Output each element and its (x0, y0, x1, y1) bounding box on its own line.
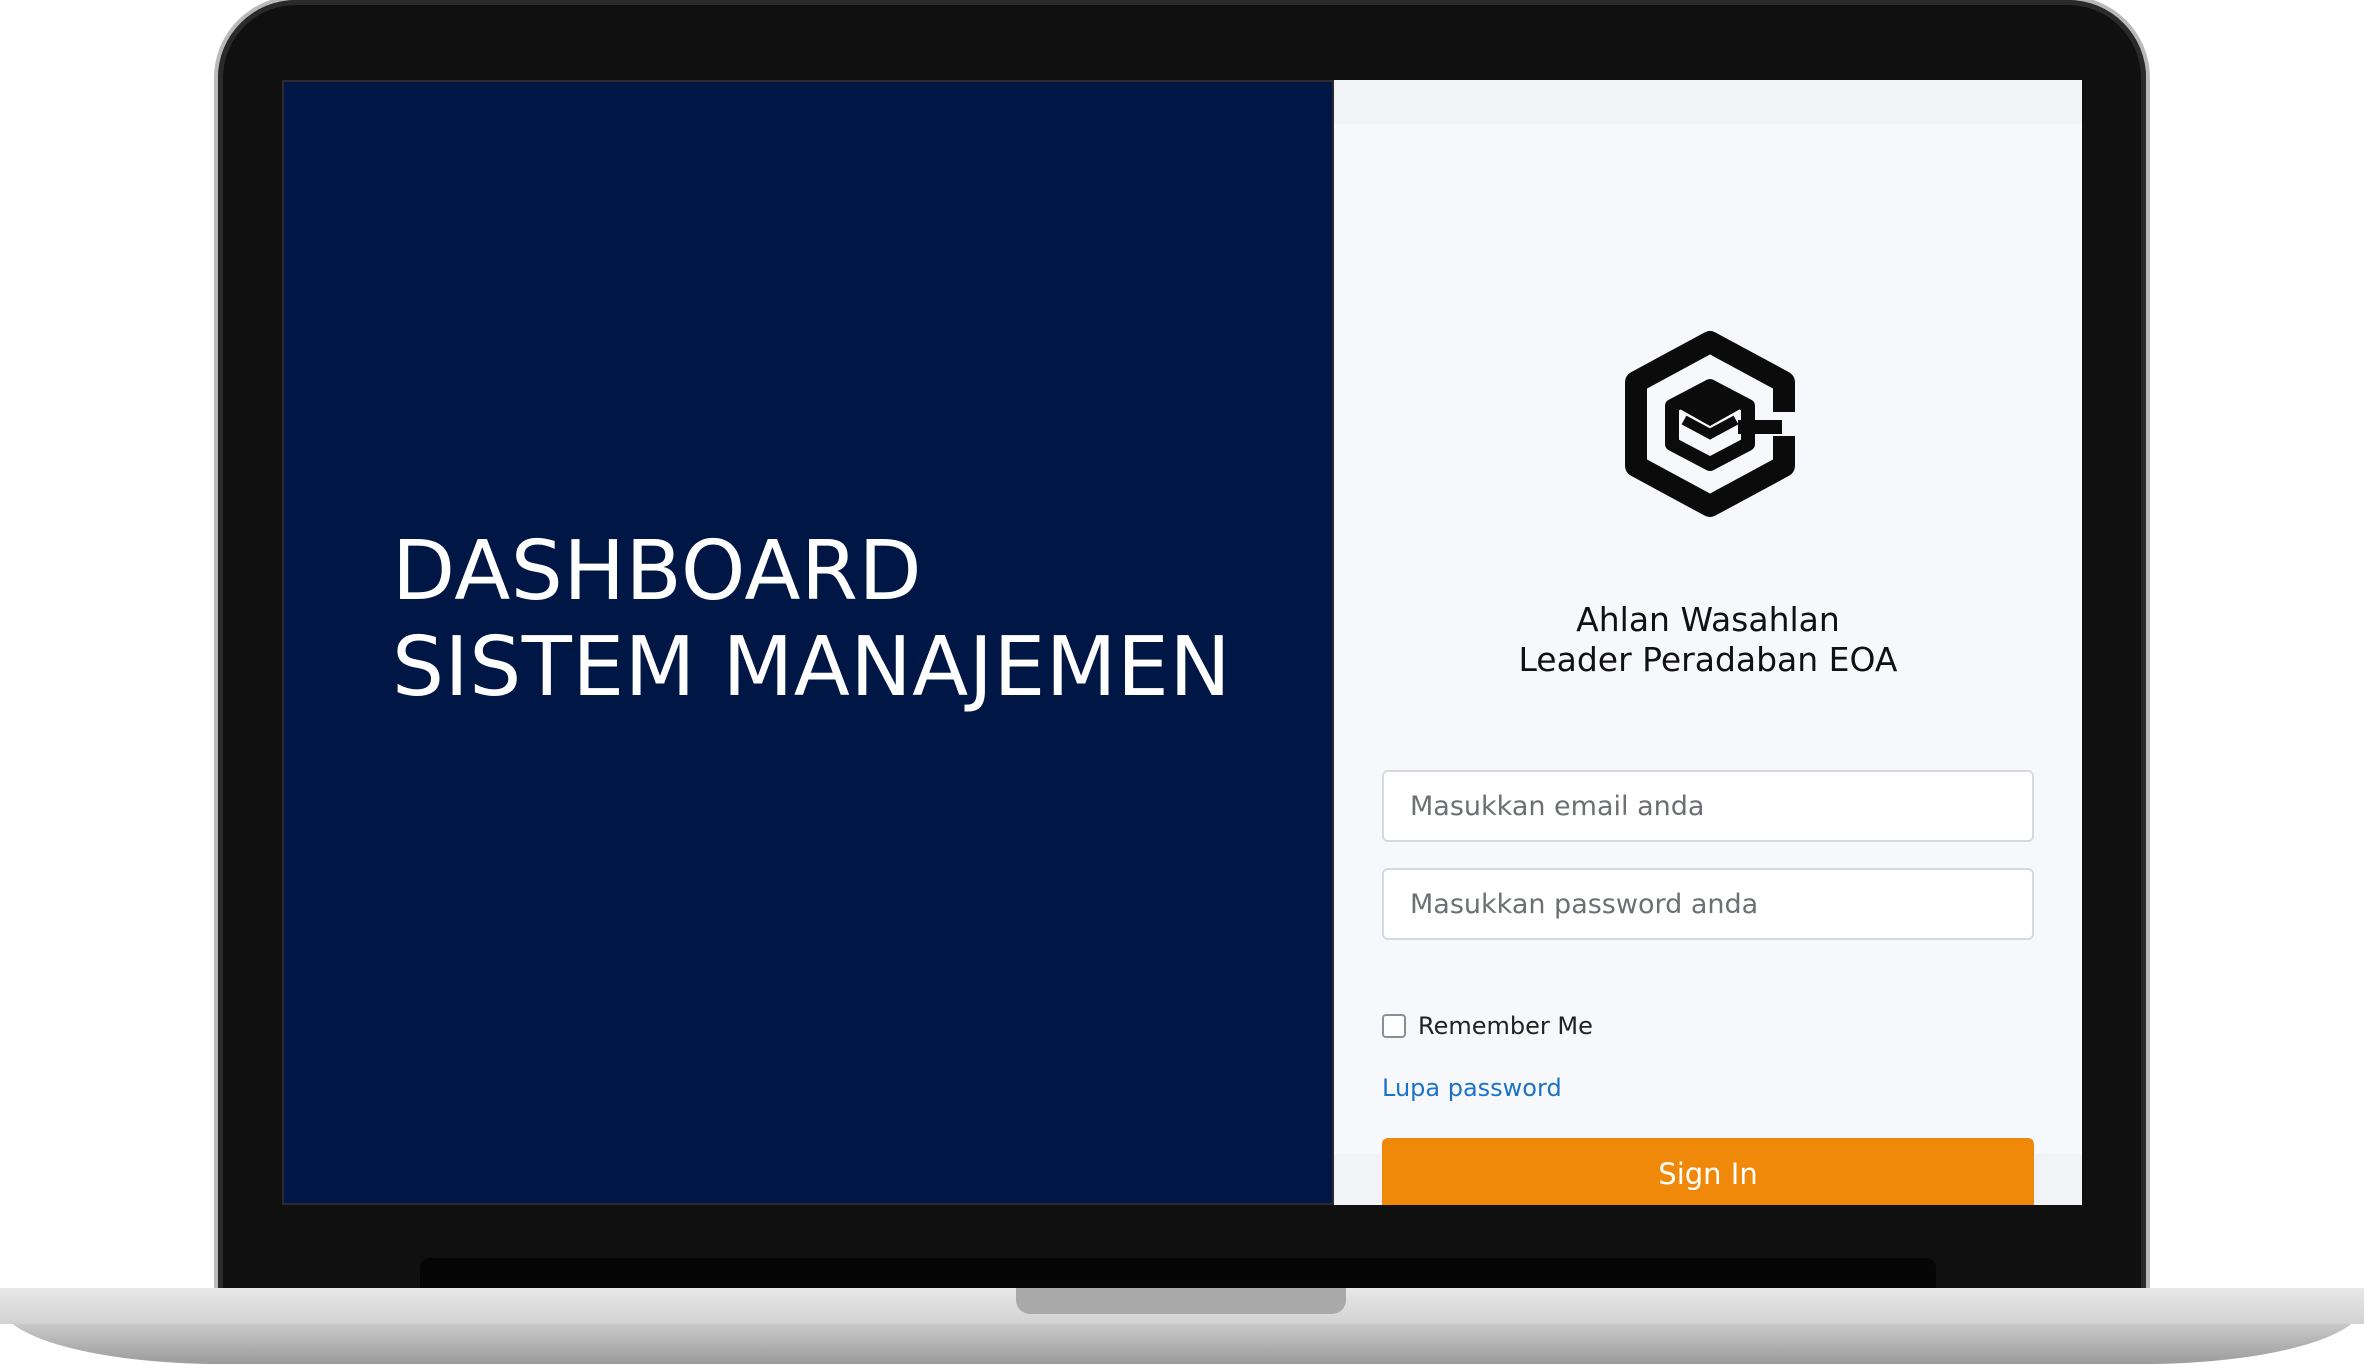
welcome-text: Ahlan Wasahlan Leader Peradaban EOA (1334, 600, 2082, 680)
login-panel: Ahlan Wasahlan Leader Peradaban EOA Reme… (1334, 80, 2082, 1205)
forgot-password-link[interactable]: Lupa password (1382, 1074, 1562, 1102)
laptop-hinge (420, 1258, 1936, 1288)
sign-in-button[interactable]: Sign In (1382, 1138, 2034, 1205)
hero-title: DASHBOARD SISTEM MANAJEMEN (392, 524, 1231, 716)
welcome-line-1: Ahlan Wasahlan (1576, 600, 1840, 639)
welcome-line-2: Leader Peradaban EOA (1518, 640, 1898, 679)
password-input[interactable] (1382, 868, 2034, 940)
laptop-notch (1016, 1288, 1346, 1314)
hero-title-line-2: SISTEM MANAJEMEN (392, 620, 1232, 715)
eoa-hexagon-logo-icon (1625, 331, 1800, 517)
login-form: Ahlan Wasahlan Leader Peradaban EOA Reme… (1334, 124, 2082, 1205)
laptop-mockup: DASHBOARD SISTEM MANAJEMEN Ahlan Wasahla… (0, 0, 2364, 1364)
remember-me[interactable]: Remember Me (1382, 1012, 1593, 1040)
hero-panel: DASHBOARD SISTEM MANAJEMEN (282, 80, 1334, 1205)
hero-title-line-1: DASHBOARD (392, 524, 923, 619)
remember-me-label: Remember Me (1418, 1012, 1593, 1040)
laptop-screen: DASHBOARD SISTEM MANAJEMEN Ahlan Wasahla… (282, 80, 2082, 1205)
email-input[interactable] (1382, 770, 2034, 842)
remember-me-checkbox[interactable] (1382, 1014, 1406, 1038)
